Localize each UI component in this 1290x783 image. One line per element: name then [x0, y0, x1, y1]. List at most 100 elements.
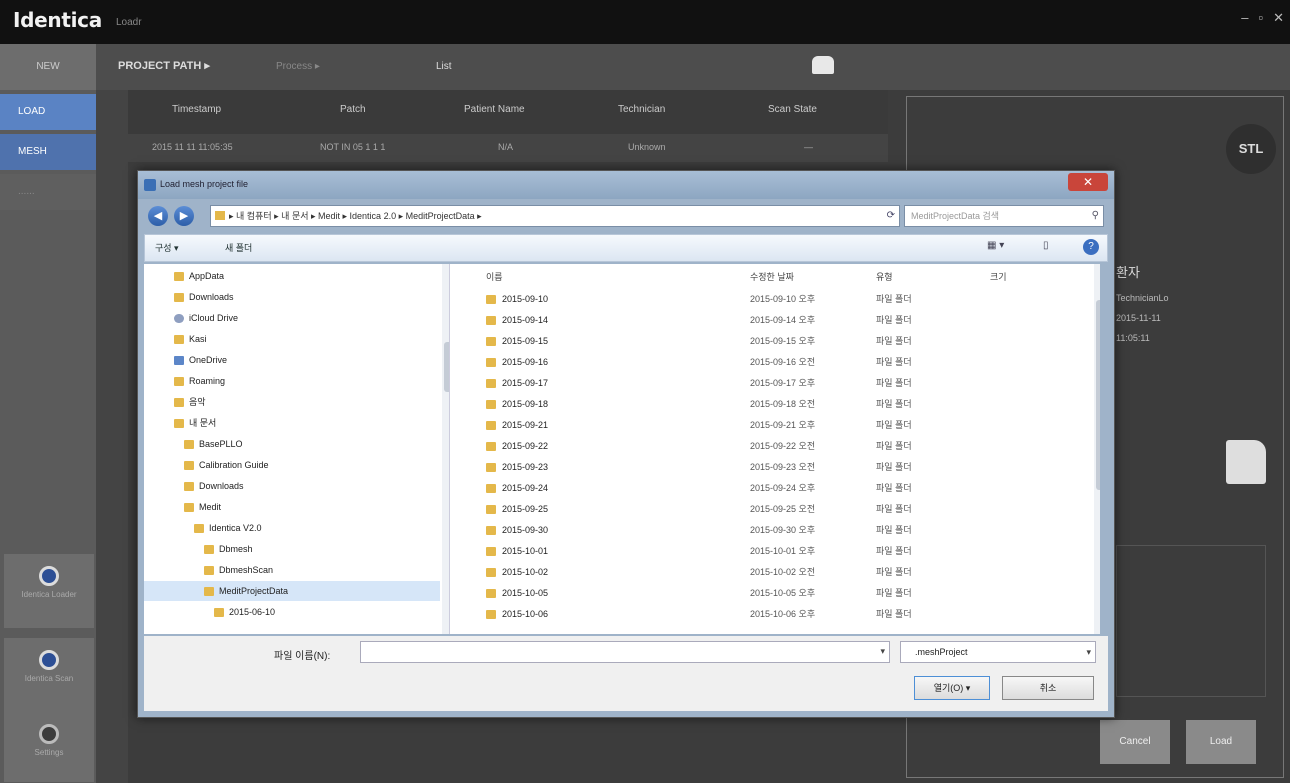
folder-icon	[174, 272, 184, 282]
new-folder-button[interactable]: 새 폴더	[225, 241, 252, 254]
file-type-select[interactable]: .meshProject ▾	[900, 641, 1096, 663]
list-item[interactable]: 2015-09-25 2015-09-25 오전 파일 폴더	[450, 500, 1100, 519]
tree-item[interactable]: Downloads	[144, 287, 440, 307]
list-menu[interactable]: List	[436, 61, 452, 72]
tree-item[interactable]: 내 문서	[144, 413, 440, 433]
list-item[interactable]: 2015-09-24 2015-09-24 오후 파일 폴더	[450, 479, 1100, 498]
tree-item[interactable]: Kasi	[144, 329, 440, 349]
view-options-icon[interactable]: ▦ ▾	[987, 240, 1004, 251]
identica-scan-button[interactable]: Identica Scan	[4, 638, 94, 712]
list-item[interactable]: 2015-09-18 2015-09-18 오전 파일 폴더	[450, 395, 1100, 414]
file-list-scrollbar[interactable]	[1094, 264, 1100, 634]
project-path-breadcrumb[interactable]: PROJECT PATH ▸	[118, 59, 210, 72]
folder-icon	[204, 566, 214, 576]
tree-item[interactable]: Downloads	[144, 476, 440, 496]
minimize-icon[interactable]: –	[1241, 10, 1248, 26]
app-sidebar: NEW LOAD MESH ...... Identica Loader Ide…	[0, 44, 96, 783]
tree-item-label: BasePLLO	[199, 439, 243, 449]
file-name-text: 2015-10-05	[502, 588, 549, 598]
tree-item[interactable]: iCloud Drive	[144, 308, 440, 328]
sidebar-new[interactable]: NEW	[0, 44, 96, 90]
file-date: 2015-09-24 오후	[750, 483, 816, 493]
chevron-down-icon[interactable]: ▾	[880, 646, 885, 657]
list-item[interactable]: 2015-09-15 2015-09-15 오후 파일 폴더	[450, 332, 1100, 351]
tree-item[interactable]: AppData	[144, 266, 440, 286]
dialog-cancel-button[interactable]: 취소	[1002, 676, 1094, 700]
list-item[interactable]: 2015-10-01 2015-10-01 오후 파일 폴더	[450, 542, 1100, 561]
tree-item[interactable]: Roaming	[144, 371, 440, 391]
filename-input[interactable]: ▾	[360, 641, 890, 663]
col-date[interactable]: 수정한 날짜	[750, 270, 794, 283]
tree-item[interactable]: BasePLLO	[144, 434, 440, 454]
file-name: 2015-10-01	[486, 542, 548, 561]
load-button[interactable]: Load	[1186, 720, 1256, 764]
cloud-upload-icon[interactable]	[812, 56, 834, 74]
list-item[interactable]: 2015-10-02 2015-10-02 오전 파일 폴더	[450, 563, 1100, 582]
tree-item[interactable]: Medit	[144, 497, 440, 517]
sidebar-tab-load[interactable]: LOAD	[0, 94, 96, 130]
sidebar-tab-disabled: ......	[0, 174, 96, 210]
navigation-tree: AppData Downloads iCloud Drive Kasi OneDrive…	[144, 264, 450, 634]
settings-button[interactable]: Settings	[4, 712, 94, 782]
list-item[interactable]: 2015-09-10 2015-09-10 오후 파일 폴더	[450, 290, 1100, 309]
forward-button[interactable]: ▶	[174, 206, 194, 226]
table-row[interactable]: 2015 11 11 11:05:35 NOT IN 05 1 1 1 N/A …	[128, 134, 888, 162]
file-name: 2015-09-14	[486, 311, 548, 330]
file-date: 2015-09-22 오전	[750, 441, 816, 451]
close-icon[interactable]: ✕	[1273, 10, 1284, 26]
cancel-button[interactable]: Cancel	[1100, 720, 1170, 764]
tree-item[interactable]: MeditProjectData	[144, 581, 440, 601]
preview-box	[1116, 545, 1266, 697]
col-scan-state[interactable]: Scan State	[768, 104, 817, 115]
col-technician[interactable]: Technician	[618, 104, 665, 115]
open-file-dialog: Load mesh project file ✕ ◀ ▶ ▸ 내 컴퓨터 ▸ 내…	[137, 170, 1115, 718]
col-type[interactable]: 유형	[876, 270, 893, 283]
col-size[interactable]: 크기	[990, 270, 1007, 283]
identica-loader-button[interactable]: Identica Loader	[4, 554, 94, 628]
search-input[interactable]: MeditProjectData 검색 ⚲	[904, 205, 1104, 227]
tree-item[interactable]: 2015-06-10	[144, 602, 440, 622]
document-icon[interactable]	[1226, 440, 1266, 484]
tree-item[interactable]: DbmeshScan	[144, 560, 440, 580]
dialog-footer: 파일 이름(N): ▾ .meshProject ▾ 열기(O) ▾ 취소	[144, 636, 1108, 711]
list-item[interactable]: 2015-10-06 2015-10-06 오후 파일 폴더	[450, 605, 1100, 624]
organize-menu[interactable]: 구성 ▾	[155, 241, 179, 254]
list-item[interactable]: 2015-09-22 2015-09-22 오전 파일 폴더	[450, 437, 1100, 456]
tree-item-label: Roaming	[189, 376, 226, 386]
tree-item[interactable]: OneDrive	[144, 350, 440, 370]
tree-item[interactable]: 음악	[144, 392, 440, 412]
file-name-text: 2015-10-01	[502, 546, 549, 556]
refresh-icon[interactable]: ⟳	[887, 206, 895, 226]
tree-item[interactable]: Identica V2.0	[144, 518, 440, 538]
back-button[interactable]: ◀	[148, 206, 168, 226]
help-icon[interactable]: ?	[1083, 239, 1099, 255]
open-button[interactable]: 열기(O) ▾	[914, 676, 990, 700]
preview-pane-icon[interactable]: ▯	[1043, 240, 1049, 251]
sidebar-tab-mesh[interactable]: MESH	[0, 134, 96, 170]
col-patient-name[interactable]: Patient Name	[464, 104, 525, 115]
tree-item[interactable]: Dbmesh	[144, 539, 440, 559]
list-item[interactable]: 2015-09-21 2015-09-21 오후 파일 폴더	[450, 416, 1100, 435]
col-name[interactable]: 이름	[486, 270, 503, 283]
folder-icon	[204, 587, 214, 597]
list-item[interactable]: 2015-09-17 2015-09-17 오후 파일 폴더	[450, 374, 1100, 393]
file-date: 2015-09-16 오전	[750, 357, 816, 367]
identica-scan-icon	[39, 650, 59, 670]
maximize-icon[interactable]: ▫	[1258, 10, 1263, 26]
tree-item[interactable]: Calibration Guide	[144, 455, 440, 475]
col-timestamp[interactable]: Timestamp	[172, 104, 221, 115]
file-name: 2015-09-24	[486, 479, 548, 498]
scroll-thumb[interactable]	[1096, 300, 1100, 490]
process-menu[interactable]: Process ▸	[276, 61, 320, 72]
list-item[interactable]: 2015-10-05 2015-10-05 오후 파일 폴더	[450, 584, 1100, 603]
dialog-titlebar[interactable]: Load mesh project file ✕	[138, 171, 1114, 199]
address-bar[interactable]: ▸ 내 컴퓨터 ▸ 내 문서 ▸ Medit ▸ Identica 2.0 ▸ …	[210, 205, 900, 227]
file-type: 파일 폴더	[876, 588, 912, 598]
list-item[interactable]: 2015-09-16 2015-09-16 오전 파일 폴더	[450, 353, 1100, 372]
dialog-close-button[interactable]: ✕	[1068, 173, 1108, 191]
col-patch[interactable]: Patch	[340, 104, 366, 115]
list-item[interactable]: 2015-09-30 2015-09-30 오후 파일 폴더	[450, 521, 1100, 540]
list-item[interactable]: 2015-09-14 2015-09-14 오후 파일 폴더	[450, 311, 1100, 330]
tree-scrollbar[interactable]	[442, 264, 449, 634]
list-item[interactable]: 2015-09-23 2015-09-23 오전 파일 폴더	[450, 458, 1100, 477]
